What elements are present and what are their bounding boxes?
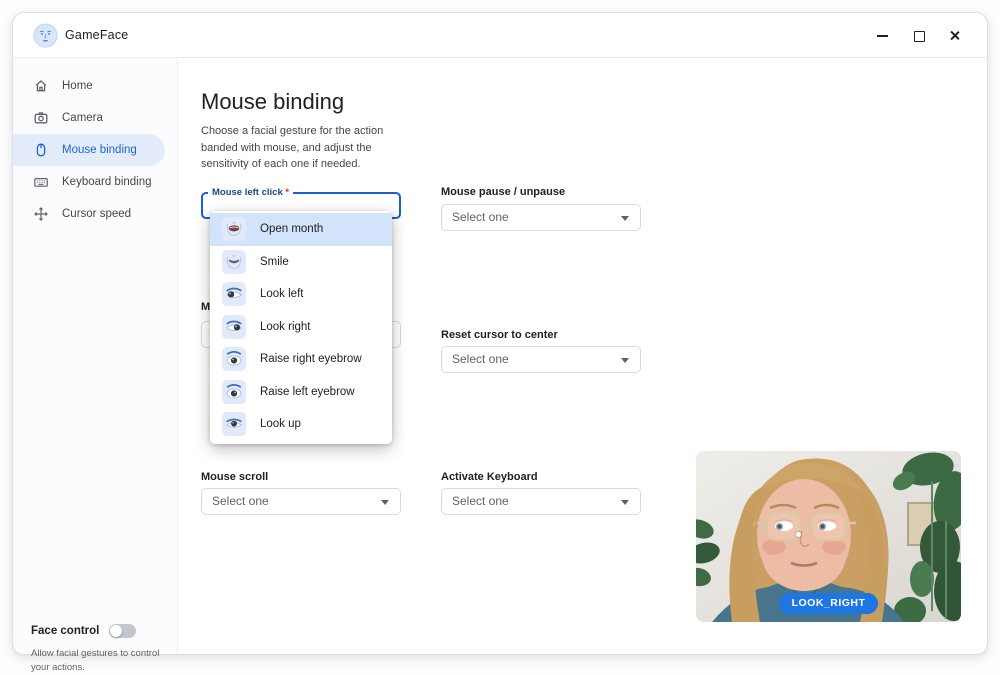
chevron-down-icon [621, 216, 629, 221]
activate-keyboard-label: Activate Keyboard [441, 471, 538, 483]
required-asterisk: * [285, 187, 290, 198]
gesture-status-badge: LOOK_RIGHT [778, 593, 879, 614]
menu-item-label: Open month [260, 223, 324, 236]
keyboard-icon [34, 177, 48, 187]
menu-item-label: Look up [260, 418, 301, 431]
activate-keyboard-select[interactable]: Select one [441, 488, 641, 515]
face-control-section: Face control Allow facial gestures to co… [31, 624, 166, 675]
sidebar-item-home[interactable]: Home [13, 70, 165, 102]
chevron-down-icon [621, 500, 629, 505]
close-button[interactable] [948, 29, 961, 42]
reset-cursor-label: Reset cursor to center [441, 329, 558, 341]
reset-cursor-select[interactable]: Select one [441, 346, 641, 373]
face-control-label: Face control [31, 625, 100, 637]
mouse-left-click-label: Mouse left click * [208, 187, 294, 198]
menu-item-look-right[interactable]: Look right [210, 311, 392, 344]
sidebar: Home Camera Mouse binding Keyboard bindi… [13, 58, 178, 673]
look-up-icon [222, 412, 246, 437]
look-left-icon [222, 282, 246, 307]
sidebar-item-label: Cursor speed [62, 208, 132, 220]
sidebar-item-label: Mouse binding [62, 144, 137, 156]
menu-item-label: Raise right eyebrow [260, 353, 362, 366]
cursor-speed-icon [34, 207, 48, 221]
mouse-scroll-select[interactable]: Select one [201, 488, 401, 515]
menu-item-open-mouth[interactable]: Open month [210, 213, 392, 246]
minimize-button[interactable] [876, 29, 889, 42]
menu-item-raise-left-eyebrow[interactable]: Raise left eyebrow [210, 376, 392, 409]
menu-item-label: Look left [260, 288, 304, 301]
title-bar: GameFace [13, 13, 987, 58]
app-window: GameFace Home Camera Mouse binding Keybo… [12, 12, 988, 673]
menu-item-label: Look right [260, 320, 311, 333]
sidebar-item-mouse-binding[interactable]: Mouse binding [13, 134, 165, 166]
sidebar-item-label: Home [62, 80, 93, 92]
raise-right-eyebrow-icon [222, 347, 246, 372]
sidebar-item-keyboard-binding[interactable]: Keyboard binding [13, 166, 165, 198]
mouse-pause-select[interactable]: Select one [441, 204, 641, 231]
face-control-description: Allow facial gestures to control your ac… [31, 648, 160, 673]
page-description: Choose a facial gesture for the action b… [201, 125, 384, 170]
open-mouth-icon [222, 217, 246, 242]
menu-item-look-up[interactable]: Look up [210, 408, 392, 441]
mouse-icon [36, 143, 46, 157]
look-right-icon [222, 314, 246, 339]
chevron-down-icon [381, 500, 389, 505]
camera-preview: LOOK_RIGHT [696, 451, 961, 622]
menu-item-look-left[interactable]: Look left [210, 278, 392, 311]
home-icon [35, 80, 47, 92]
page-title: Mouse binding [201, 89, 345, 114]
mouse-scroll-label: Mouse scroll [201, 471, 269, 483]
face-control-toggle[interactable] [109, 624, 137, 638]
smile-icon [222, 249, 246, 274]
sidebar-item-camera[interactable]: Camera [13, 102, 165, 134]
camera-icon [34, 112, 48, 124]
raise-left-eyebrow-icon [222, 379, 246, 404]
gameface-logo-icon [33, 23, 58, 48]
mouse-pause-label: Mouse pause / unpause [441, 186, 566, 198]
maximize-button[interactable] [912, 29, 925, 42]
chevron-down-icon [621, 358, 629, 363]
menu-item-raise-right-eyebrow[interactable]: Raise right eyebrow [210, 343, 392, 376]
face-tracking-dot [796, 532, 801, 537]
app-title: GameFace [65, 28, 129, 42]
sidebar-item-label: Keyboard binding [62, 176, 152, 188]
menu-item-label: Raise left eyebrow [260, 385, 355, 398]
sidebar-item-cursor-speed[interactable]: Cursor speed [13, 198, 165, 230]
menu-item-label: Smile [260, 255, 289, 268]
sidebar-item-label: Camera [62, 112, 103, 124]
menu-item-smile[interactable]: Smile [210, 246, 392, 279]
gesture-dropdown-menu: Open month Smile Look left Look right Ra… [210, 211, 392, 444]
